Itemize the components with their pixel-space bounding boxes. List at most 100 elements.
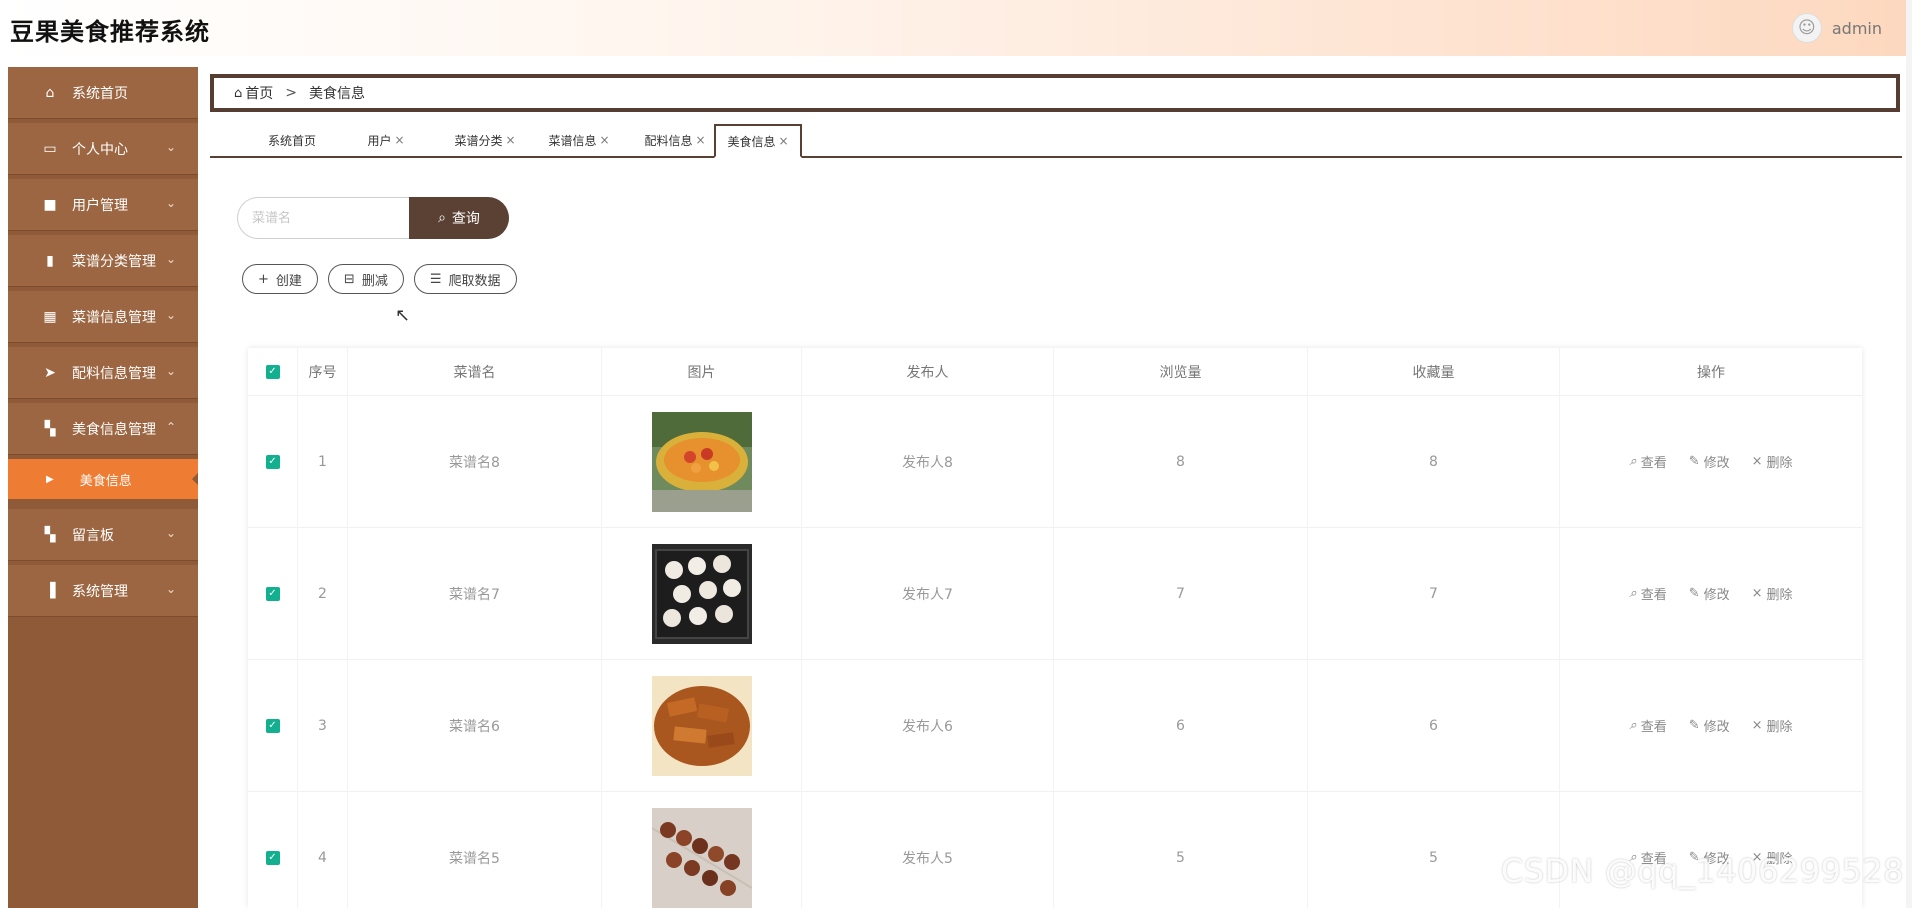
sidebar-item-food-info[interactable]: ▚ 美食信息管理 ⌃	[8, 403, 198, 455]
tiles-icon: ▚	[44, 420, 56, 437]
operations-cell: ⌕ 查看 ✎ 修改 × 删除	[1560, 528, 1862, 659]
search-input[interactable]	[237, 197, 409, 239]
tab-ingredient-info[interactable]: 配料信息 ×	[632, 124, 718, 156]
skewers-photo	[651, 807, 752, 908]
sidebar-item-label: 配料信息管理	[72, 365, 156, 382]
tab-recipe-category[interactable]: 菜谱分类 ×	[442, 124, 528, 156]
edit-button[interactable]: ✎ 修改	[1689, 452, 1730, 471]
sidebar-item-users[interactable]: ■ 用户管理 ⌄	[8, 179, 198, 231]
watermark: CSDN @qq_1406299528	[1500, 852, 1904, 890]
row-checkbox[interactable]: ✓	[265, 586, 280, 601]
sidebar-subitem-label: 美食信息	[79, 473, 132, 489]
send-icon: ➤	[44, 364, 56, 381]
row-checkbox[interactable]: ✓	[265, 850, 280, 865]
row-number: 4	[298, 792, 348, 908]
delete-batch-button[interactable]: ⊟ 删减	[327, 264, 404, 294]
sidebar-item-label: 系统首页	[72, 85, 128, 102]
row-checkbox-cell: ✓	[248, 396, 298, 527]
view-button[interactable]: ⌕ 查看	[1629, 716, 1666, 735]
crawl-data-button[interactable]: ☰ 爬取数据	[413, 264, 517, 294]
sidebar-subitem-food-info[interactable]: ▶ 美食信息	[8, 459, 198, 499]
operations-cell: ⌕ 查看 ✎ 修改 × 删除	[1560, 396, 1862, 527]
sidebar-item-ingredient[interactable]: ➤ 配料信息管理 ⌄	[8, 347, 198, 399]
column-header: 序号	[298, 348, 348, 395]
image-cell	[602, 792, 802, 908]
view-button[interactable]: ⌕ 查看	[1629, 452, 1666, 471]
search-button[interactable]: ⌕ 查询	[409, 197, 509, 239]
tab-home[interactable]: 系统首页	[250, 124, 334, 156]
create-button[interactable]: + 创建	[242, 264, 318, 294]
delete-button[interactable]: × 删除	[1752, 584, 1793, 603]
row-number: 3	[298, 660, 348, 791]
image-cell	[602, 396, 802, 527]
row-checkbox[interactable]: ✓	[265, 718, 280, 733]
close-icon[interactable]: ×	[778, 134, 788, 148]
tab-bar: 系统首页 用户 × 菜谱分类 × 菜谱信息 × 配料信息 × 美食信息 ×	[210, 124, 1902, 158]
views: 7	[1054, 528, 1308, 659]
views: 6	[1054, 660, 1308, 791]
username[interactable]: admin	[1832, 19, 1882, 38]
caret-right-icon: ▶	[46, 473, 54, 485]
operations-cell: ⌕ 查看 ✎ 修改 × 删除	[1560, 660, 1862, 791]
row-checkbox[interactable]: ✓	[265, 454, 280, 469]
sidebar-item-label: 菜谱分类管理	[72, 253, 156, 270]
views: 5	[1054, 792, 1308, 908]
edit-button[interactable]: ✎ 修改	[1689, 584, 1730, 603]
delete-button[interactable]: × 删除	[1752, 452, 1793, 471]
sidebar-item-recipe-info[interactable]: ▦ 菜谱信息管理 ⌄	[8, 291, 198, 343]
minus-square-icon: ⊟	[343, 271, 355, 287]
image-cell	[602, 660, 802, 791]
search-icon: ⌕	[1629, 586, 1637, 601]
table-row: ✓ 1 菜谱名8 发布人8 8 8 ⌕ 查看 ✎ 修改 × 删除	[248, 396, 1862, 528]
column-header: 操作	[1697, 364, 1725, 381]
data-table: ✓ 序号 菜谱名 图片 发布人 浏览量 收藏量 操作 ✓ 1 菜谱名8 发布人8…	[248, 348, 1862, 908]
column-header: 浏览量	[1054, 348, 1308, 395]
view-button[interactable]: ⌕ 查看	[1629, 584, 1666, 603]
tiles-icon: ▚	[44, 526, 56, 543]
delete-label: 删除	[1766, 456, 1793, 471]
app-title: 豆果美食推荐系统	[10, 18, 210, 46]
edit-label: 修改	[1703, 456, 1730, 471]
mouse-cursor-icon: ↖	[395, 305, 411, 326]
favorites: 7	[1308, 528, 1560, 659]
sidebar-item-system[interactable]: ▐ 系统管理 ⌄	[8, 565, 198, 617]
table-row: ✓ 4 菜谱名5 发布人5 5 5 ⌕ 查看 ✎ 修改 × 删除	[248, 792, 1862, 908]
publisher: 发布人5	[802, 792, 1054, 908]
pencil-icon: ✎	[1688, 586, 1700, 601]
sidebar-item-label: 系统管理	[72, 583, 128, 600]
close-icon: ×	[1751, 718, 1763, 733]
close-icon[interactable]: ×	[695, 133, 705, 147]
avatar[interactable]: ☺	[1791, 13, 1822, 43]
select-all-checkbox[interactable]: ✓	[265, 364, 280, 379]
column-header: 菜谱名	[348, 348, 602, 395]
recipe-name: 菜谱名5	[348, 792, 602, 908]
close-icon[interactable]: ×	[599, 133, 609, 147]
breadcrumb-home[interactable]: 首页	[245, 83, 273, 103]
create-button-label: 创建	[275, 273, 302, 289]
sidebar-item-label: 菜谱信息管理	[72, 309, 156, 326]
tab-users[interactable]: 用户 ×	[350, 124, 422, 156]
column-header: 发布人	[802, 348, 1054, 395]
close-icon[interactable]: ×	[505, 133, 515, 147]
sidebar-item-home[interactable]: ⌂ 系统首页	[8, 67, 198, 119]
close-icon[interactable]: ×	[394, 133, 404, 147]
tab-recipe-info[interactable]: 菜谱信息 ×	[536, 124, 622, 156]
breadcrumb-current: 美食信息	[309, 86, 365, 102]
tab-label: 菜谱信息	[548, 133, 597, 148]
delete-label: 删除	[1766, 588, 1793, 603]
home-icon[interactable]: ⌂	[234, 86, 242, 101]
sidebar-item-message-board[interactable]: ▚ 留言板 ⌄	[8, 509, 198, 561]
delete-button[interactable]: × 删除	[1752, 716, 1793, 735]
table-row: ✓ 3 菜谱名6 发布人6 6 6 ⌕ 查看 ✎ 修改 × 删除	[248, 660, 1862, 792]
row-number: 1	[298, 396, 348, 527]
sidebar-item-profile[interactable]: ▭ 个人中心 ⌄	[8, 123, 198, 175]
row-checkbox-cell: ✓	[248, 528, 298, 659]
edit-button[interactable]: ✎ 修改	[1689, 716, 1730, 735]
vertical-scrollbar[interactable]	[1906, 0, 1912, 908]
search-icon: ⌕	[438, 210, 446, 226]
chevron-up-icon: ⌃	[165, 420, 176, 434]
tab-food-info[interactable]: 美食信息 ×	[714, 124, 802, 158]
edit-label: 修改	[1703, 588, 1730, 603]
user-area[interactable]: ☺ admin	[1791, 12, 1882, 44]
sidebar-item-recipe-category[interactable]: ▮ 菜谱分类管理 ⌄	[8, 235, 198, 287]
